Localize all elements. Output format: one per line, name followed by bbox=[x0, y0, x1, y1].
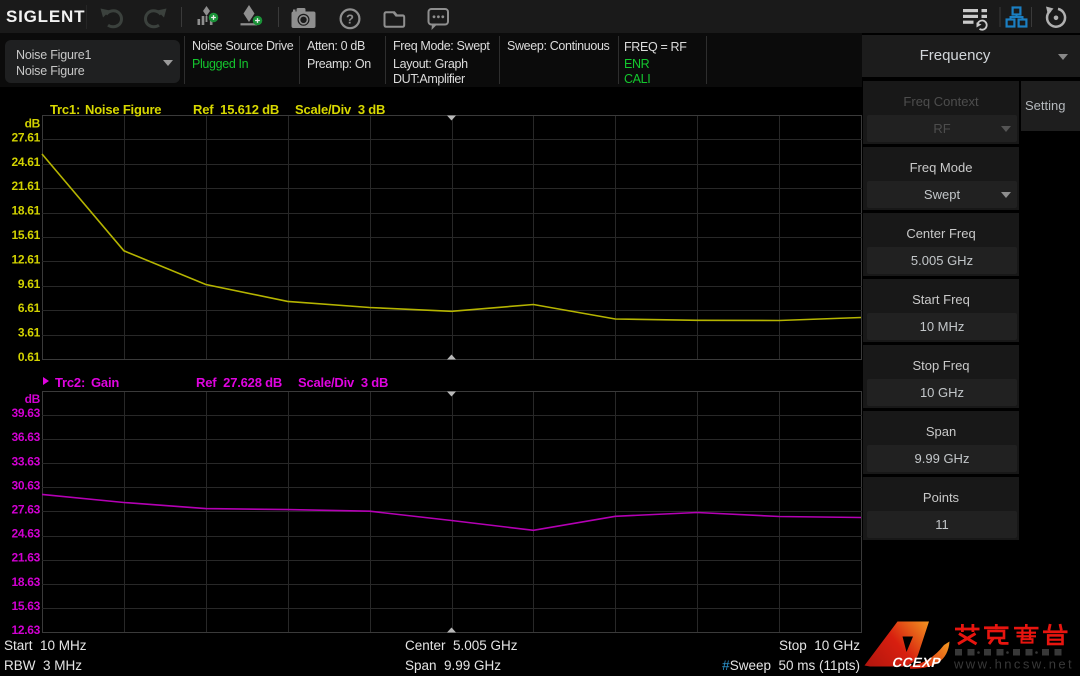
svg-text:6.61: 6.61 bbox=[18, 301, 41, 315]
svg-text:18.61: 18.61 bbox=[11, 204, 40, 218]
svg-text:36.63: 36.63 bbox=[11, 430, 40, 444]
svg-text:27.63: 27.63 bbox=[11, 503, 40, 517]
svg-text:15.63: 15.63 bbox=[11, 599, 40, 613]
svg-text:3.61: 3.61 bbox=[18, 326, 41, 340]
svg-text:CCEXP: CCEXP bbox=[891, 655, 943, 670]
svg-text:21.61: 21.61 bbox=[11, 179, 40, 193]
svg-text:33.63: 33.63 bbox=[11, 454, 40, 468]
svg-text:0.61: 0.61 bbox=[18, 350, 41, 364]
svg-text:30.63: 30.63 bbox=[11, 478, 40, 492]
svg-text:21.63: 21.63 bbox=[11, 551, 40, 565]
svg-text:15.61: 15.61 bbox=[11, 228, 40, 242]
svg-text:12.63: 12.63 bbox=[11, 623, 40, 637]
svg-text:dB: dB bbox=[25, 392, 41, 406]
svg-text:9.61: 9.61 bbox=[18, 277, 41, 291]
svg-text:18.63: 18.63 bbox=[11, 575, 40, 589]
svg-text:www.hncsw.net: www.hncsw.net bbox=[953, 657, 1074, 672]
svg-text:24.63: 24.63 bbox=[11, 527, 40, 541]
svg-text:39.63: 39.63 bbox=[11, 406, 40, 420]
svg-text:27.61: 27.61 bbox=[11, 130, 40, 144]
svg-text:12.61: 12.61 bbox=[11, 252, 40, 266]
svg-text:24.61: 24.61 bbox=[11, 155, 40, 169]
svg-text:?: ? bbox=[346, 11, 354, 26]
svg-text:dB: dB bbox=[25, 116, 41, 130]
